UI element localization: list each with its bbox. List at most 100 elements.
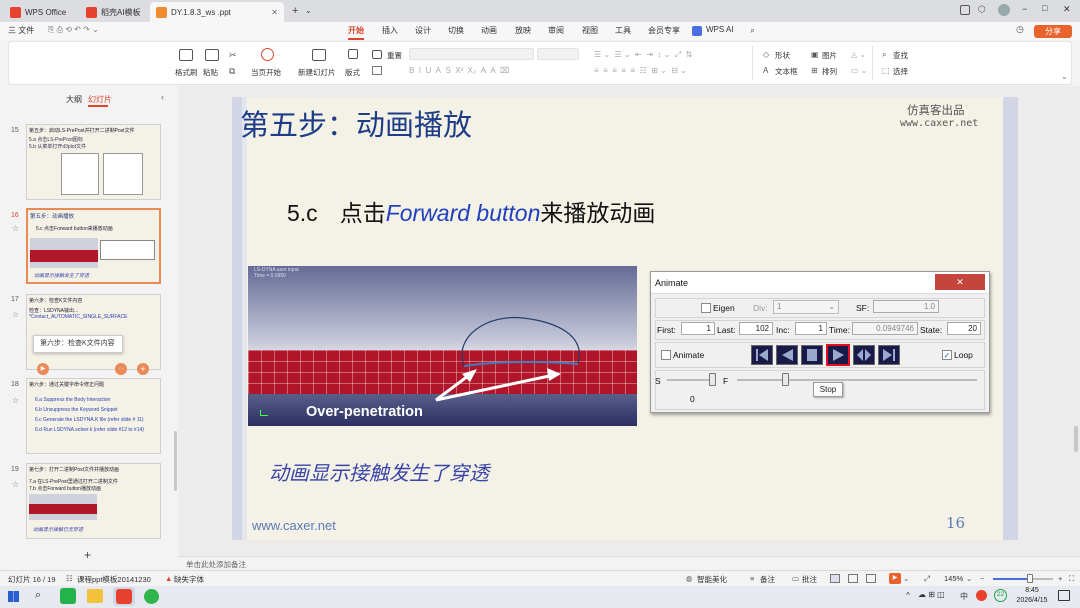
sorter-view-icon[interactable] [848, 574, 858, 583]
step-button[interactable] [853, 345, 875, 365]
arrange-button[interactable]: 排列 [822, 66, 837, 77]
copy-icon[interactable]: ⧉ [229, 66, 235, 77]
template-name[interactable]: 课程ppt模板20141230 [77, 574, 151, 585]
shape-button[interactable]: 形状 [775, 50, 790, 61]
backward-button[interactable] [776, 345, 798, 365]
windows-start-icon[interactable] [8, 591, 19, 602]
tray-icons[interactable]: ☁ ⊞ ◫ [918, 590, 945, 599]
loop-checkbox[interactable]: ✓ [942, 350, 952, 360]
collapse-ribbon-icon[interactable]: ⌄ [1061, 72, 1068, 81]
slide-thumb-18[interactable]: 第六步：通过关键字命令修正问题 6.a Suppress the Body In… [26, 378, 161, 454]
slide-canvas[interactable]: 第五步：动画播放 仿真客出品 www.caxer.net 5.c 点击Forwar… [232, 97, 1018, 540]
reading-view-icon[interactable] [866, 574, 876, 583]
notification-badge[interactable]: 22 [994, 589, 1007, 602]
menu-animation[interactable]: 动画 [481, 25, 497, 36]
star-icon[interactable]: ☆ [12, 396, 19, 405]
star-icon[interactable]: ☆ [12, 224, 19, 233]
animate-checkbox[interactable] [661, 350, 671, 360]
new-slide-icon[interactable] [312, 49, 326, 61]
wechat-icon[interactable] [60, 588, 76, 604]
first-field[interactable]: 1 [681, 322, 715, 335]
smart-beautify-button[interactable]: 智能美化 [697, 574, 727, 585]
menu-file[interactable]: 三 文件 [8, 25, 34, 36]
s-slider-thumb[interactable] [709, 373, 716, 386]
paste-button[interactable]: 粘贴 [203, 67, 218, 78]
search-icon[interactable]: ⌕ [35, 589, 41, 602]
menu-start[interactable]: 开始 [348, 25, 364, 40]
file-explorer-icon[interactable] [87, 589, 103, 603]
close-window-button[interactable]: ✕ [1063, 4, 1071, 15]
tab-close-icon[interactable]: ✕ [271, 8, 278, 17]
select-button[interactable]: 选择 [893, 66, 908, 77]
font-size-select[interactable] [537, 48, 579, 60]
menu-design[interactable]: 设计 [415, 25, 431, 36]
add-icon[interactable]: + [137, 363, 149, 375]
slide-thumb-17[interactable]: 第六步：检查K文件内容 检查：LSDYNA输出... *Contact_AUTO… [26, 294, 161, 370]
textbox-icon[interactable]: A [763, 66, 768, 75]
comment-button[interactable]: 批注 [802, 574, 817, 585]
normal-view-icon[interactable] [830, 574, 840, 583]
notes-toggle-button[interactable]: 备注 [760, 574, 775, 585]
picture-icon[interactable]: ▣ [811, 50, 819, 59]
state-field[interactable]: 20 [947, 322, 981, 335]
cut-icon[interactable]: ✂ [229, 50, 237, 61]
clock-date[interactable]: 2026/4/15 [1012, 597, 1052, 604]
font-name-select[interactable] [409, 48, 534, 60]
outline-icon[interactable]: ▭ ⌄ [851, 66, 867, 75]
menu-view[interactable]: 视图 [582, 25, 598, 36]
first-frame-button[interactable] [751, 345, 773, 365]
inc-field[interactable]: 1 [795, 322, 827, 335]
more-icon[interactable]: ⋯ [115, 363, 127, 375]
play-icon[interactable]: ▶ [37, 363, 49, 375]
slide-thumb-19[interactable]: 第七步：打开二进制Post文件并播放动画 7.a 在LS-PrePost里通过打… [26, 463, 161, 539]
maximize-button[interactable]: □ [1042, 3, 1047, 13]
layout-icon[interactable] [960, 5, 970, 15]
animate-close-button[interactable]: ✕ [935, 274, 985, 290]
collapse-panel-icon[interactable]: ‹ [161, 92, 164, 102]
shape-icon[interactable]: ◇ [763, 50, 769, 59]
input-method-icon[interactable] [976, 590, 987, 601]
clock-time[interactable]: 8:45 [1018, 587, 1046, 594]
find-button[interactable]: 查找 [893, 50, 908, 61]
textbox-button[interactable]: 文本框 [775, 66, 798, 77]
slide-thumb-15[interactable]: 第五步：启动LS-PrePost并打开二进制Post文件 5.a 点击LS-Pr… [26, 124, 161, 200]
tray-up-icon[interactable]: ^ [906, 591, 910, 600]
menu-review[interactable]: 审阅 [548, 25, 564, 36]
skin-icon[interactable]: ⬡ [978, 4, 986, 15]
app-taskbar-icon[interactable] [144, 589, 159, 604]
notes-pane[interactable]: 单击此处添加备注 [178, 556, 1080, 570]
menu-transition[interactable]: 切换 [448, 25, 464, 36]
menu-member[interactable]: 会员专享 [648, 25, 680, 36]
fit-icon[interactable]: ⤢ [924, 574, 930, 584]
layout-button[interactable]: 版式 [345, 67, 360, 78]
new-tab-button[interactable]: + [292, 5, 298, 17]
play-from-current-icon[interactable] [261, 48, 274, 61]
star-icon[interactable]: ☆ [12, 480, 19, 489]
div-select[interactable]: 1 ⌄ [773, 300, 839, 314]
zoom-in-icon[interactable]: + [1058, 574, 1062, 583]
forward-button[interactable] [826, 344, 850, 366]
arrange-icon[interactable]: ⊞ [811, 66, 818, 75]
minimize-button[interactable]: − [1022, 4, 1027, 14]
menu-insert[interactable]: 插入 [382, 25, 398, 36]
missing-font[interactable]: 缺失字体 [174, 574, 204, 585]
zoom-level[interactable]: 145% [944, 574, 963, 583]
zoom-out-icon[interactable]: − [980, 574, 984, 583]
last-field[interactable]: 102 [739, 322, 773, 335]
fill-icon[interactable]: ◬ ⌄ [851, 50, 866, 59]
input-language[interactable]: 中 [960, 591, 968, 602]
paragraph-buttons-row1[interactable]: ☰ ⌄ ☰ ⌄ ⇤ ⇥ ↕ ⌄ ⤢ ⇅ [594, 50, 692, 60]
layout-icon[interactable] [348, 49, 358, 59]
format-painter-button[interactable]: 格式刷 [175, 67, 198, 78]
menu-tools[interactable]: 工具 [615, 25, 631, 36]
search-icon[interactable]: ⌕ [750, 25, 755, 36]
zoom-dropdown-icon[interactable]: ⌄ [966, 574, 972, 583]
zoom-slider-thumb[interactable] [1027, 574, 1033, 583]
new-slide-button[interactable]: 新建幻灯片 [298, 67, 336, 78]
history-icon[interactable]: ◷ [1016, 24, 1024, 35]
add-slide-button[interactable]: + [84, 548, 91, 562]
slide-scrollbar[interactable] [1074, 426, 1078, 452]
tab-daoke-ai[interactable]: 稻壳AI模板 [80, 2, 148, 22]
paste-icon[interactable] [205, 49, 219, 61]
select-icon[interactable]: ⬚ [882, 66, 890, 75]
